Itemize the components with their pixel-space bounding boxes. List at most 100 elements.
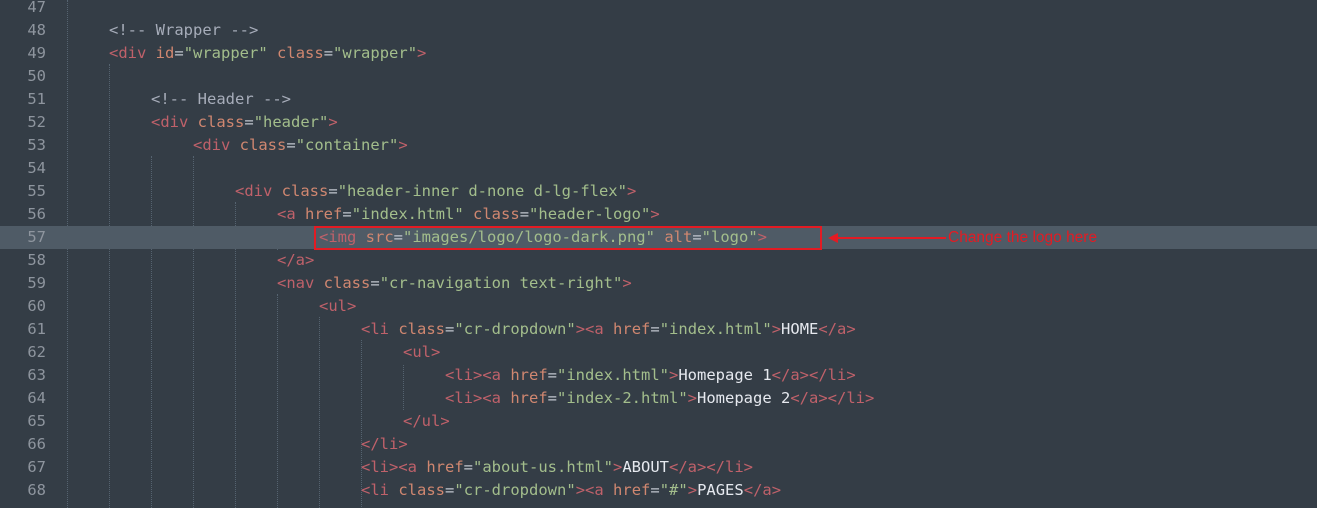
code-token: <a xyxy=(482,389,501,407)
code-token: > xyxy=(328,113,338,131)
code-token: "index.html" xyxy=(557,366,669,384)
code-token: = xyxy=(445,320,455,338)
line-number: 55 xyxy=(27,182,46,200)
code-token: Homepage 2 xyxy=(697,389,791,407)
code-token: > xyxy=(417,44,427,62)
code-line[interactable]: 66 </li> xyxy=(0,433,1317,456)
code-token: "about-us.html" xyxy=(473,458,613,476)
code-token: <!-- Header --> xyxy=(151,90,291,108)
code-text: <!-- Header --> xyxy=(151,88,291,111)
code-token: > xyxy=(687,389,698,407)
code-line[interactable]: 59 <nav class="cr-navigation text-right"> xyxy=(0,272,1317,295)
code-line[interactable]: 64 <li><a href="index-2.html">Homepage 2<… xyxy=(0,387,1317,410)
code-line[interactable]: 49 <div id="wrapper" class="wrapper"> xyxy=(0,42,1317,65)
code-line[interactable]: 58 </a> xyxy=(0,249,1317,272)
code-line[interactable]: 52 <div class="header"> xyxy=(0,111,1317,134)
code-line[interactable]: 51 <!-- Header --> xyxy=(0,88,1317,111)
code-token: <ul> xyxy=(319,297,357,315)
annotation-label: Change the logo here xyxy=(948,229,1098,246)
code-token: = xyxy=(328,182,338,200)
line-number: 50 xyxy=(27,67,46,85)
code-token: <li> xyxy=(445,366,483,384)
logo-highlight-box xyxy=(314,226,822,250)
line-number: 64 xyxy=(27,389,46,407)
code-line[interactable]: 55 <div class="header-inner d-none d-lg-f… xyxy=(0,180,1317,203)
code-line[interactable]: 62 <ul> xyxy=(0,341,1317,364)
code-token: <ul> xyxy=(403,343,441,361)
code-token: "index.html" xyxy=(659,320,772,338)
code-token: href xyxy=(426,458,464,476)
code-line[interactable]: 65 </ul> xyxy=(0,410,1317,433)
code-token: </a> xyxy=(277,251,315,269)
code-text: <div class="header-inner d-none d-lg-fle… xyxy=(235,180,636,203)
line-number: 62 xyxy=(27,343,46,361)
code-token: <div xyxy=(109,44,147,62)
code-line[interactable]: 54 xyxy=(0,157,1317,180)
code-line[interactable]: 48 <!-- Wrapper --> xyxy=(0,19,1317,42)
code-line[interactable]: 47 xyxy=(0,0,1317,19)
code-editor[interactable]: 47 48 <!-- Wrapper --> 49 <div id="wrapper" … xyxy=(0,0,1317,508)
code-token: class xyxy=(323,274,371,292)
code-token: <a xyxy=(585,481,604,499)
code-text: <ul> xyxy=(319,295,356,318)
code-token: </a> xyxy=(771,366,809,384)
code-token: ABOUT xyxy=(622,458,670,476)
code-token: </li> xyxy=(706,458,754,476)
annotation-arrow-line xyxy=(836,237,946,239)
code-line[interactable]: 53 <div class="container"> xyxy=(0,134,1317,157)
line-number: 53 xyxy=(27,136,46,154)
code-token: "index.html" xyxy=(351,205,464,223)
code-text: <div id="wrapper" class="wrapper"> xyxy=(109,42,426,65)
code-token: href xyxy=(613,320,651,338)
line-number: 47 xyxy=(27,0,46,16)
code-token: = xyxy=(547,366,558,384)
code-line[interactable]: 63 <li><a href="index.html">Homepage 1</a… xyxy=(0,364,1317,387)
code-token: > xyxy=(771,320,782,338)
code-token: = xyxy=(323,44,334,62)
code-token: = xyxy=(244,113,254,131)
code-token: <li> xyxy=(361,458,399,476)
arrow-left-icon xyxy=(828,233,838,243)
line-number: 60 xyxy=(27,297,46,315)
code-text: <a href="index.html" class="header-logo"… xyxy=(277,203,660,226)
code-token: "cr-dropdown" xyxy=(454,320,576,338)
code-token: </li> xyxy=(827,389,875,407)
code-token: <li> xyxy=(445,389,483,407)
code-token: class xyxy=(398,320,446,338)
code-token: <a xyxy=(482,366,501,384)
code-token: = xyxy=(286,136,296,154)
code-token: = xyxy=(547,389,558,407)
code-line[interactable]: 56 <a href="index.html" class="header-log… xyxy=(0,203,1317,226)
code-token: = xyxy=(463,458,474,476)
code-token: <li xyxy=(361,481,389,499)
code-line[interactable]: 61 <li class="cr-dropdown"><a href="index… xyxy=(0,318,1317,341)
code-token: > xyxy=(669,366,679,384)
line-number: 61 xyxy=(27,320,46,338)
code-token: "index-2.html" xyxy=(557,389,688,407)
code-token: "wrapper" xyxy=(333,44,418,62)
code-line[interactable]: 60 <ul> xyxy=(0,295,1317,318)
code-token: </a> xyxy=(790,389,828,407)
line-number: 58 xyxy=(27,251,46,269)
code-token: id xyxy=(155,44,175,62)
code-text: <!-- Wrapper --> xyxy=(109,19,258,42)
code-token: HOME xyxy=(781,320,819,338)
line-number: 67 xyxy=(27,458,46,476)
code-line[interactable]: 68 <li class="cr-dropdown"><a href="#">PA… xyxy=(0,479,1317,502)
code-token: "wrapper" xyxy=(183,44,268,62)
code-line[interactable]: 67 <li><a href="about-us.html">ABOUT</a><… xyxy=(0,456,1317,479)
code-line[interactable]: 50 xyxy=(0,65,1317,88)
code-token: > xyxy=(575,320,586,338)
code-token: <a xyxy=(585,320,604,338)
code-text: <li class="cr-dropdown"><a href="#">PAGE… xyxy=(361,479,781,502)
code-token: = xyxy=(342,205,352,223)
code-text: </ul> xyxy=(403,410,450,433)
code-token: <!-- Wrapper --> xyxy=(109,21,259,39)
